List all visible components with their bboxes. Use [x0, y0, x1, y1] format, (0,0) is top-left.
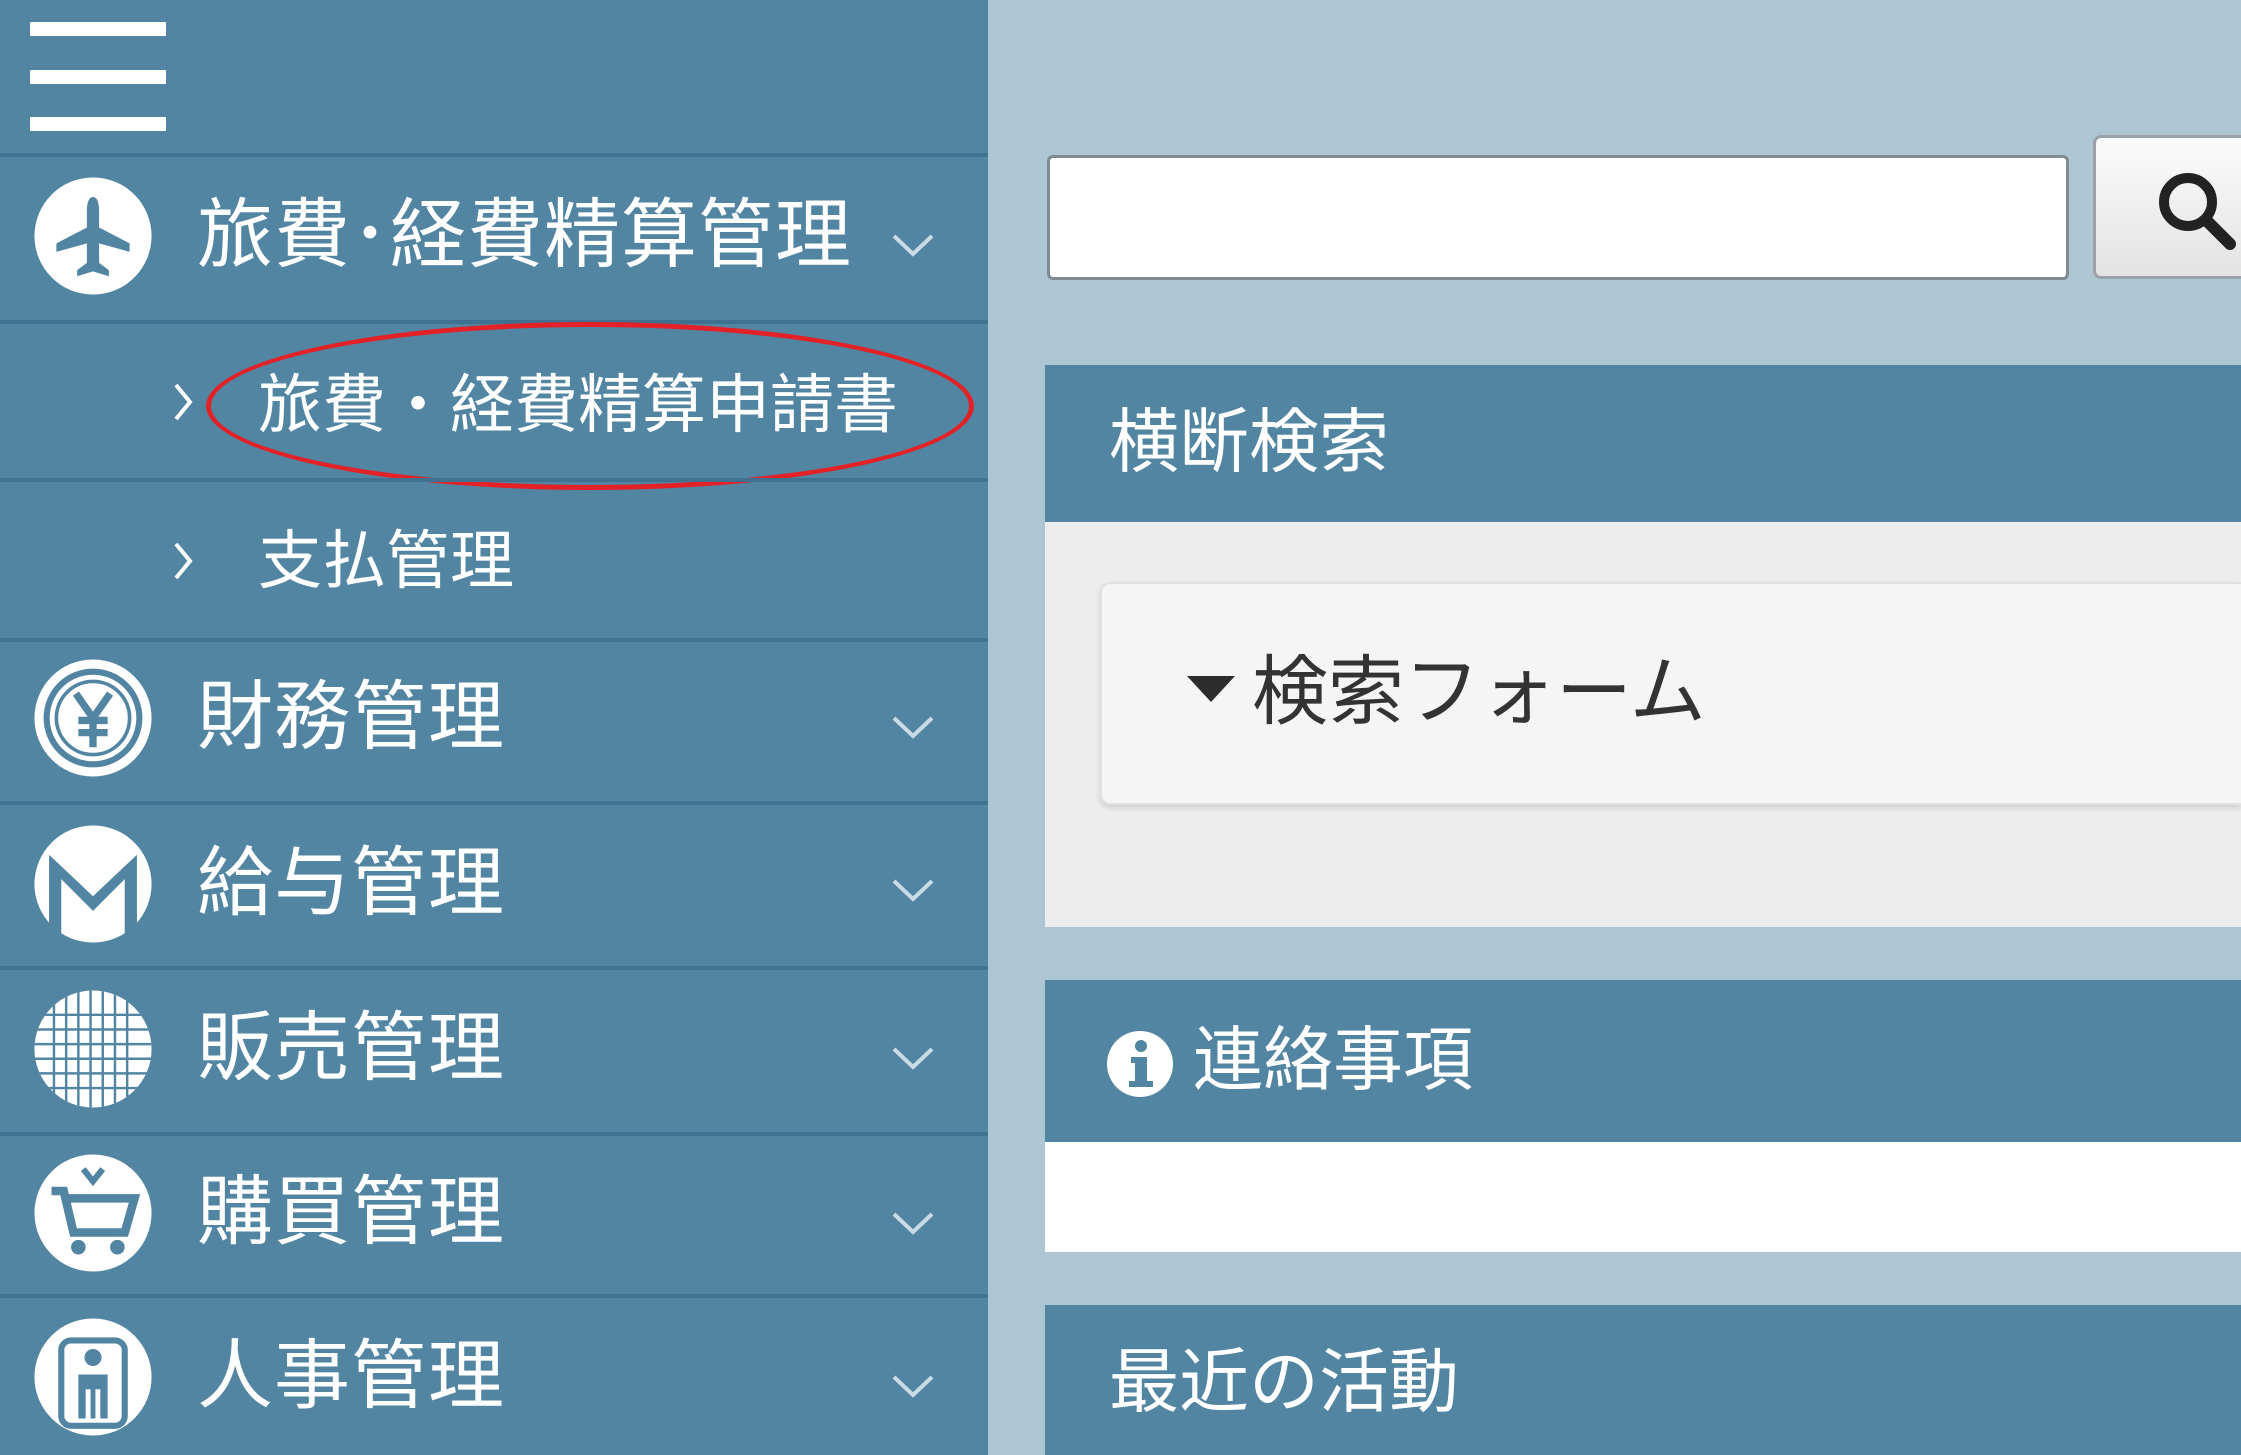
chevron-right-icon: [172, 381, 194, 423]
recent-activity-panel-header: 最近の活動: [1045, 1305, 2241, 1455]
sidebar-item-hr[interactable]: 人事管理: [0, 1298, 988, 1455]
panel-title: 連絡事項: [1193, 1019, 1473, 1101]
sidebar-item-label: 購買管理: [197, 1167, 505, 1256]
person-icon: [32, 1316, 154, 1438]
chevron-down-icon: [890, 1043, 936, 1073]
hamburger-menu-icon[interactable]: [30, 20, 166, 132]
sidebar: 旅費･経費精算管理 旅費・経費精算申請書 支払管理 財務管理 給与管理 販売管理…: [0, 0, 988, 1455]
sidebar-item-label: 人事管理: [197, 1331, 505, 1420]
sidebar-item-label: 旅費･経費精算管理: [197, 190, 852, 279]
search-icon: [2159, 173, 2236, 250]
sidebar-item-travel-expense[interactable]: 旅費･経費精算管理: [0, 157, 988, 315]
info-icon: [1105, 1029, 1175, 1099]
shopping-cart-icon: [32, 1152, 154, 1274]
sidebar-subitem-payment[interactable]: 支払管理: [0, 482, 988, 634]
sidebar-item-label: 給与管理: [197, 838, 505, 927]
sidebar-item-sales[interactable]: 販売管理: [0, 970, 988, 1128]
sidebar-item-finance[interactable]: 財務管理: [0, 642, 988, 800]
chevron-down-icon: [890, 230, 936, 260]
airplane-icon: [32, 175, 154, 297]
sidebar-item-label: 財務管理: [197, 672, 505, 761]
panel-title: 横断検索: [1109, 401, 1389, 483]
search-form-label: 検索フォーム: [1252, 647, 1706, 736]
chevron-down-icon: [890, 875, 936, 905]
sidebar-subitem-label: 支払管理: [258, 525, 514, 599]
chevron-down-icon: [890, 1208, 936, 1238]
chevron-down-icon: [890, 712, 936, 742]
chevron-right-icon: [172, 540, 194, 582]
search-form-toggle[interactable]: 検索フォーム: [1100, 582, 2241, 805]
notices-panel-body: [1045, 1142, 2241, 1252]
sidebar-item-payroll[interactable]: 給与管理: [0, 805, 988, 963]
yen-coin-icon: [32, 657, 154, 779]
envelope-icon: [32, 823, 154, 945]
search-button[interactable]: [2093, 135, 2241, 279]
panel-title: 最近の活動: [1109, 1341, 1459, 1423]
notices-panel-header: 連絡事項: [1045, 980, 2241, 1142]
sidebar-item-label: 販売管理: [197, 1003, 505, 1092]
chevron-down-icon: [890, 1371, 936, 1401]
highlight-oval: [206, 322, 974, 490]
search-input[interactable]: [1047, 155, 2069, 280]
sidebar-item-purchasing[interactable]: 購買管理: [0, 1136, 988, 1294]
grid-building-icon: [32, 988, 154, 1110]
cross-search-panel-header: 横断検索: [1045, 365, 2241, 522]
caret-down-icon: [1187, 676, 1235, 702]
